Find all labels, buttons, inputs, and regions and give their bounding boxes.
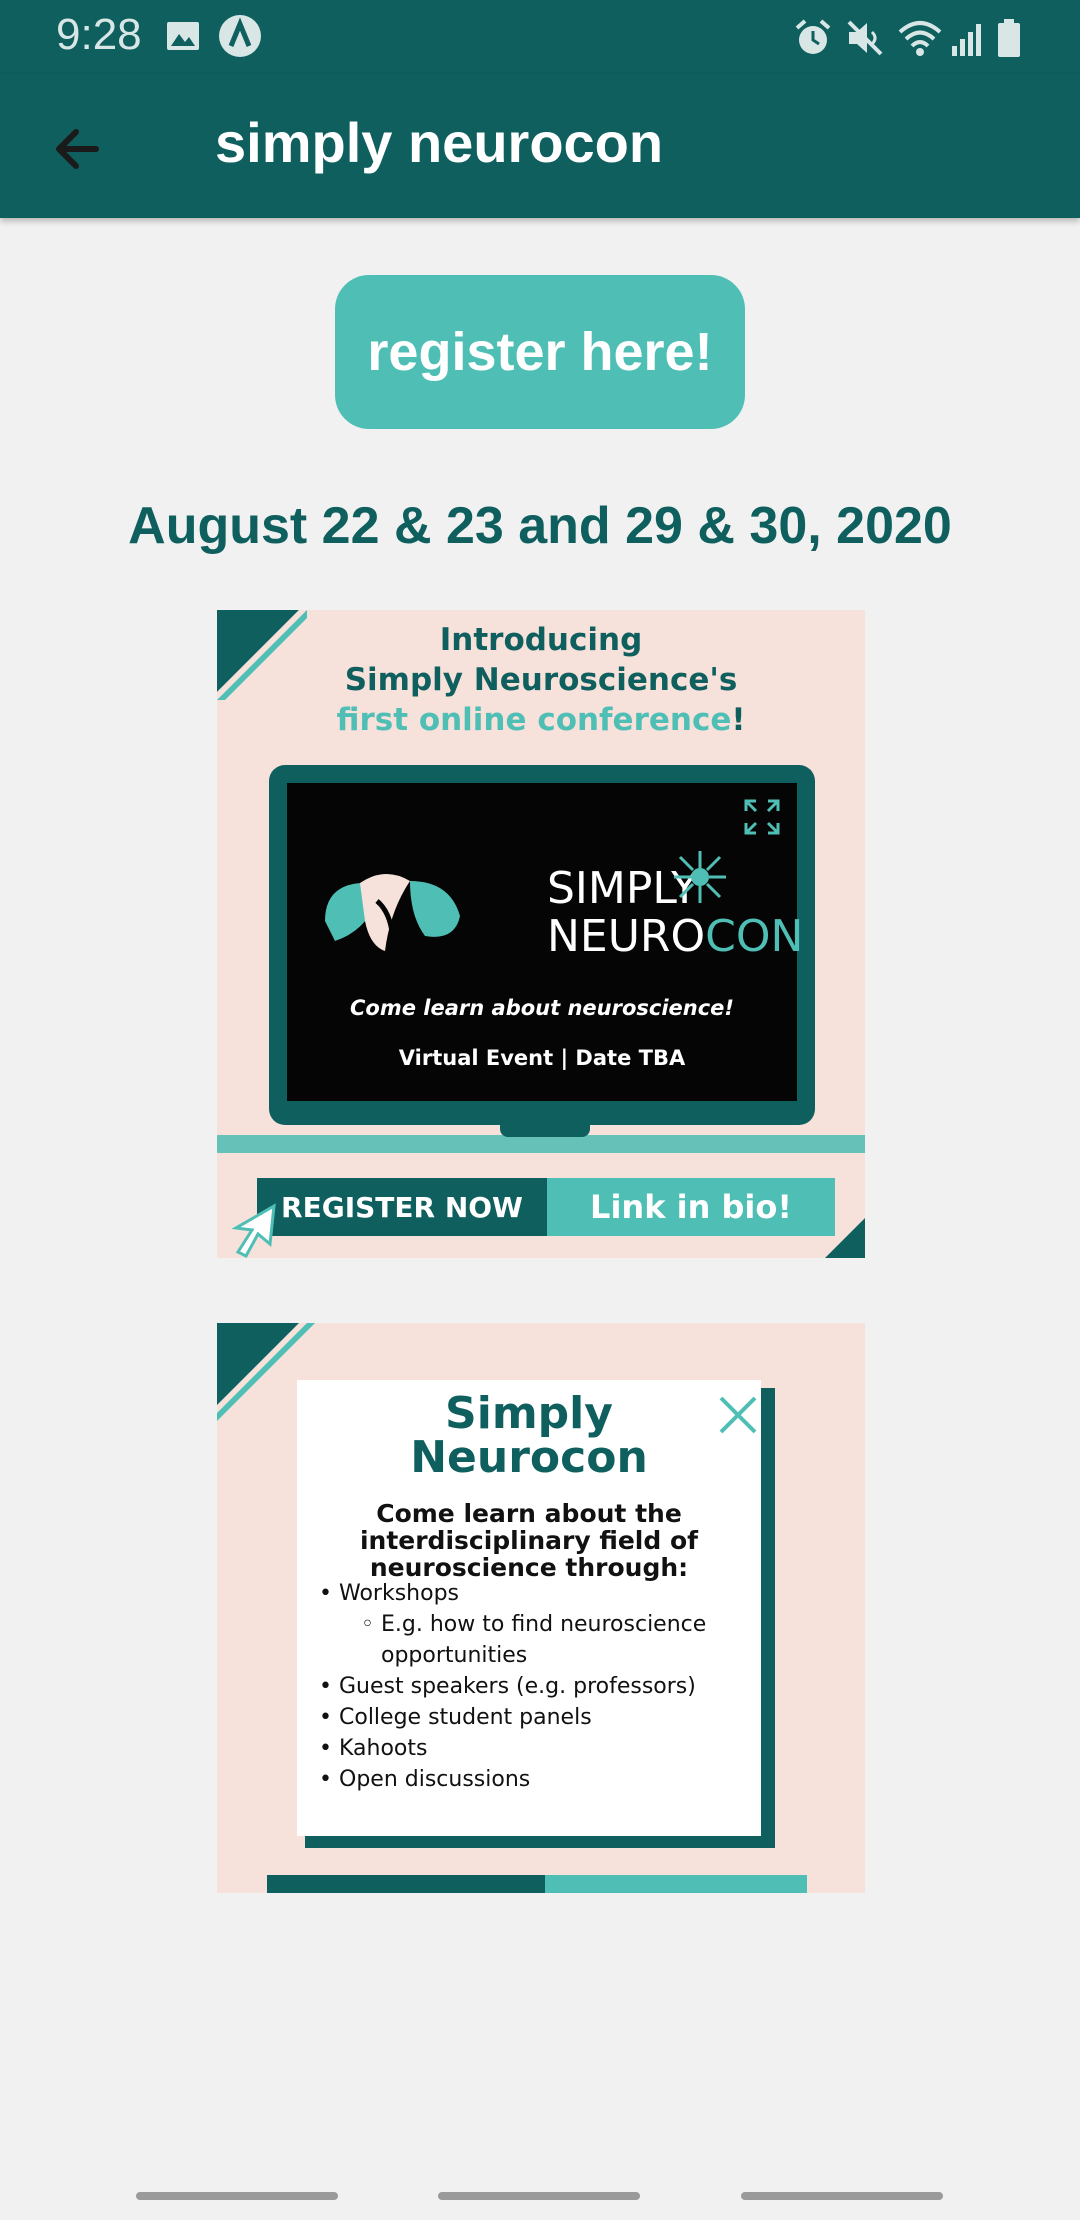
- page-title: simply neurocon: [215, 111, 664, 174]
- list-subitem: E.g. how to find neuroscience opportunit…: [319, 1609, 749, 1671]
- status-bar: 9:28: [0, 0, 1080, 74]
- image-icon: [167, 22, 199, 50]
- wifi-icon: [898, 21, 942, 56]
- list-item: Guest speakers (e.g. professors): [319, 1671, 749, 1702]
- nav-recents-button[interactable]: [136, 2192, 338, 2200]
- card-subtitle-line3: neuroscience through:: [369, 1553, 689, 1582]
- poster-intro-line2: Simply Neuroscience's: [344, 662, 738, 698]
- neuron-icon: [674, 851, 726, 903]
- nav-home-button[interactable]: [438, 2192, 640, 2200]
- expand-icon: [744, 799, 780, 835]
- conference-poster-image: Introducing Simply Neuroscience's first …: [217, 610, 865, 1258]
- corner-decoration-br: [825, 1218, 865, 1258]
- a-app-icon: [219, 15, 261, 57]
- list-item: Kahoots: [319, 1733, 749, 1764]
- info-card: Simply Neurocon Come learn about the int…: [297, 1380, 761, 1836]
- card-subtitle-line1: Come learn about the: [376, 1499, 682, 1528]
- laptop-screen: SIMPLY NEUROCON Come learn about neurosc…: [287, 783, 803, 1101]
- list-item: Workshops: [319, 1578, 749, 1609]
- card-title-line2: Neurocon: [410, 1432, 648, 1483]
- poster-link-in-bio: Link in bio!: [547, 1178, 835, 1236]
- status-time: 9:28: [56, 10, 142, 59]
- poster-intro-line3-text: first online conference: [336, 702, 732, 738]
- app-bar: simply neurocon: [0, 74, 1080, 218]
- poster-tagline: Come learn about neuroscience!: [350, 996, 734, 1020]
- event-dates: August 22 & 23 and 29 & 30, 2020: [128, 497, 952, 555]
- card-subtitle-line2: interdisciplinary field of: [359, 1526, 699, 1555]
- logo-line2b: CON: [705, 911, 804, 962]
- register-button[interactable]: register here!: [335, 275, 745, 429]
- brain-logo-icon: [325, 873, 460, 957]
- poster-intro-line1: Introducing: [439, 622, 643, 658]
- logo-line2a: NEURO: [547, 911, 706, 962]
- laptop-graphic: SIMPLY NEUROCON Come learn about neurosc…: [269, 765, 815, 1125]
- list-item: College student panels: [319, 1702, 749, 1733]
- laptop-notch: [500, 1125, 590, 1137]
- conference-info-poster-image: Simply Neurocon Come learn about the int…: [217, 1323, 865, 1893]
- poster-register-now: REGISTER NOW: [257, 1178, 547, 1236]
- arrow-left-icon[interactable]: [44, 114, 114, 184]
- signal-icon: [952, 24, 981, 56]
- poster-event-info: Virtual Event | Date TBA: [398, 1046, 686, 1070]
- laptop-base: [217, 1135, 865, 1153]
- poster-register-bar: REGISTER NOW Link in bio!: [257, 1178, 835, 1236]
- mute-icon: [847, 20, 883, 56]
- poster-intro-line3: first online conference!: [217, 702, 865, 738]
- poster-intro-line3-end: !: [731, 702, 746, 738]
- alarm-icon: [795, 19, 831, 54]
- list-item: Open discussions: [319, 1764, 749, 1795]
- cursor-icon: [231, 1203, 276, 1258]
- card-subtitle: Come learn about the interdisciplinary f…: [297, 1500, 761, 1581]
- nav-back-button[interactable]: [741, 2192, 943, 2200]
- card-title-line1: Simply: [445, 1388, 613, 1439]
- poster-bottom-bar: [267, 1875, 807, 1893]
- card-list: Workshops E.g. how to find neuroscience …: [319, 1578, 749, 1795]
- battery-icon: [998, 19, 1020, 57]
